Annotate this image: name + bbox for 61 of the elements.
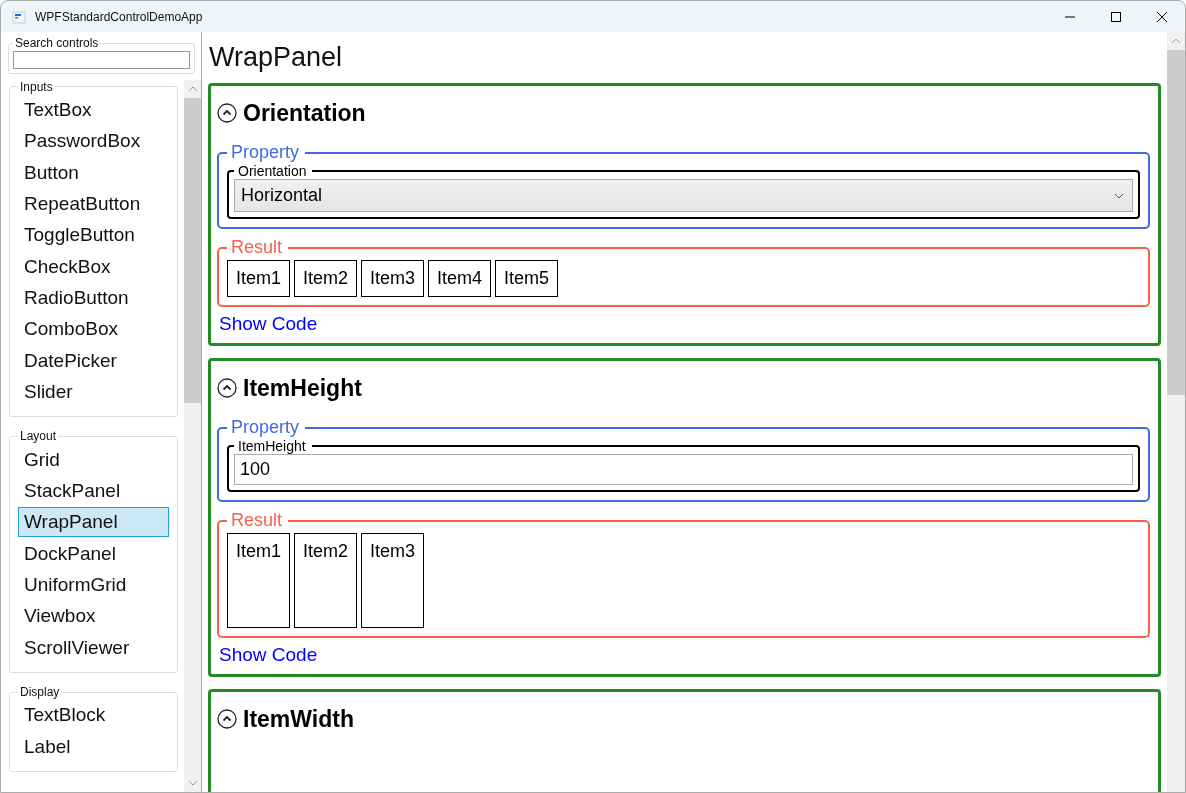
wrap-item: Item4 [428,260,491,297]
orientation-dropdown[interactable]: Horizontal [234,179,1133,212]
wrap-item: Item3 [361,260,424,297]
sidebar-item[interactable]: StackPanel [18,475,169,506]
scrollbar[interactable] [1167,32,1185,792]
scroll-thumb[interactable] [1167,50,1185,395]
wrap-item: Item1 [227,533,290,628]
wrap-item: Item2 [294,533,357,628]
property-legend: Property [227,417,306,438]
sidebar-item[interactable]: DockPanel [18,538,169,569]
sidebar-item[interactable]: Grid [18,444,169,475]
show-code-link[interactable]: Show Code [219,644,318,666]
sidebar-item[interactable]: Button [18,157,169,188]
sidebar-item[interactable]: RadioButton [18,282,169,313]
field-label: Orientation [237,163,308,179]
section-title: Orientation [243,99,366,127]
collapse-icon[interactable] [217,378,237,398]
wrap-item: Item5 [495,260,558,297]
wrap-item: Item1 [227,260,290,297]
property-legend: Property [227,142,306,163]
wrap-item: Item2 [294,260,357,297]
scroll-up-icon [187,84,198,93]
page-title: WrapPanel [209,42,344,73]
group-title: Inputs [19,79,54,94]
sidebar-item[interactable]: Slider [18,376,169,407]
app-icon [11,8,27,25]
sidebar-item[interactable]: TextBox [18,94,169,125]
scrollbar[interactable] [184,79,201,792]
scroll-up-icon [1171,37,1181,45]
sidebar-item[interactable]: ComboBox [18,314,169,345]
group-title: Layout [19,429,58,444]
sidebar-item[interactable]: WrapPanel [18,507,169,538]
sidebar-item[interactable]: Label [18,731,169,762]
group-title: Display [19,685,61,700]
scroll-down-icon [187,779,198,787]
wrap-item: Item3 [361,533,424,628]
search-label: Search controls [14,36,100,50]
sidebar-item[interactable]: Viewbox [18,601,169,632]
chevron-down-icon [1114,192,1124,199]
section-title: ItemHeight [243,374,362,402]
close-icon [1156,10,1168,23]
sidebar-item[interactable]: UniformGrid [18,570,169,600]
maximize-icon [1110,10,1122,23]
sidebar-item[interactable]: PasswordBox [18,126,169,157]
collapse-icon[interactable] [217,103,237,123]
window-title: WPFStandardControlDemoApp [35,9,203,24]
input-field[interactable]: 100 [234,454,1133,485]
sidebar-item[interactable]: ToggleButton [18,220,169,251]
collapse-icon[interactable] [217,709,237,729]
sidebar-item[interactable]: ScrollViewer [18,632,169,663]
sidebar-item[interactable]: RepeatButton [18,188,169,219]
search-field[interactable] [13,50,190,69]
result-legend: Result [227,237,289,258]
show-code-link[interactable]: Show Code [219,313,318,335]
section-title: ItemWidth [243,705,354,733]
field-label: ItemHeight [237,438,307,454]
scroll-thumb[interactable] [184,97,201,403]
sidebar-item[interactable]: TextBlock [18,700,169,731]
result-legend: Result [227,510,289,531]
sidebar-item[interactable]: CheckBox [18,251,169,282]
sidebar-item[interactable]: DatePicker [18,345,169,376]
